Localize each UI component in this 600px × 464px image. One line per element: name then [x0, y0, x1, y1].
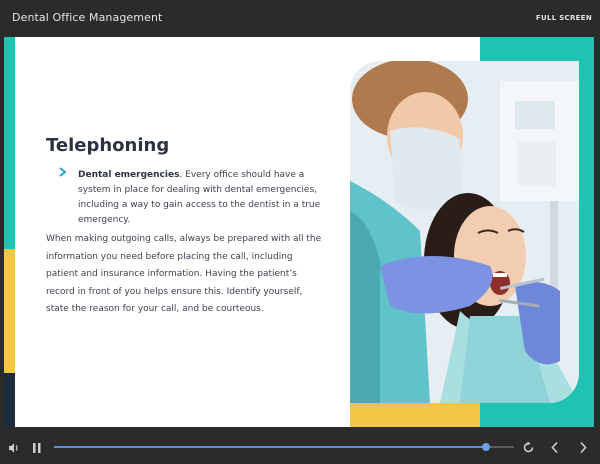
left-accent-teal [4, 37, 15, 249]
player-controls [0, 432, 600, 464]
bullet-bold-term: Dental emergencies [78, 170, 180, 180]
chevron-right-bullet-icon [59, 167, 67, 177]
progress-track[interactable] [54, 443, 514, 451]
pause-icon[interactable] [32, 442, 42, 454]
fullscreen-button[interactable]: FULL SCREEN [536, 14, 592, 22]
chevron-right-icon[interactable] [578, 441, 588, 454]
course-title: Dental Office Management [12, 11, 163, 24]
left-accent-yellow [4, 249, 15, 373]
slide-heading: Telephoning [46, 135, 170, 156]
left-accent-navy [4, 373, 15, 427]
dentist-photo-illustration [350, 61, 579, 403]
top-bar: Dental Office Management FULL SCREEN [0, 0, 600, 37]
replay-icon[interactable] [522, 441, 535, 454]
body-paragraph: When making outgoing calls, always be pr… [46, 234, 322, 315]
dentist-patient-photo [350, 61, 579, 403]
bullet-item: Dental emergencies. Every office should … [78, 168, 330, 228]
slide-stage: Telephoning Dental emergencies. Every of… [4, 37, 594, 427]
progress-fill [54, 446, 487, 448]
chevron-left-icon[interactable] [550, 441, 560, 454]
bottom-accent-yellow [350, 403, 480, 427]
volume-icon[interactable] [8, 442, 20, 454]
